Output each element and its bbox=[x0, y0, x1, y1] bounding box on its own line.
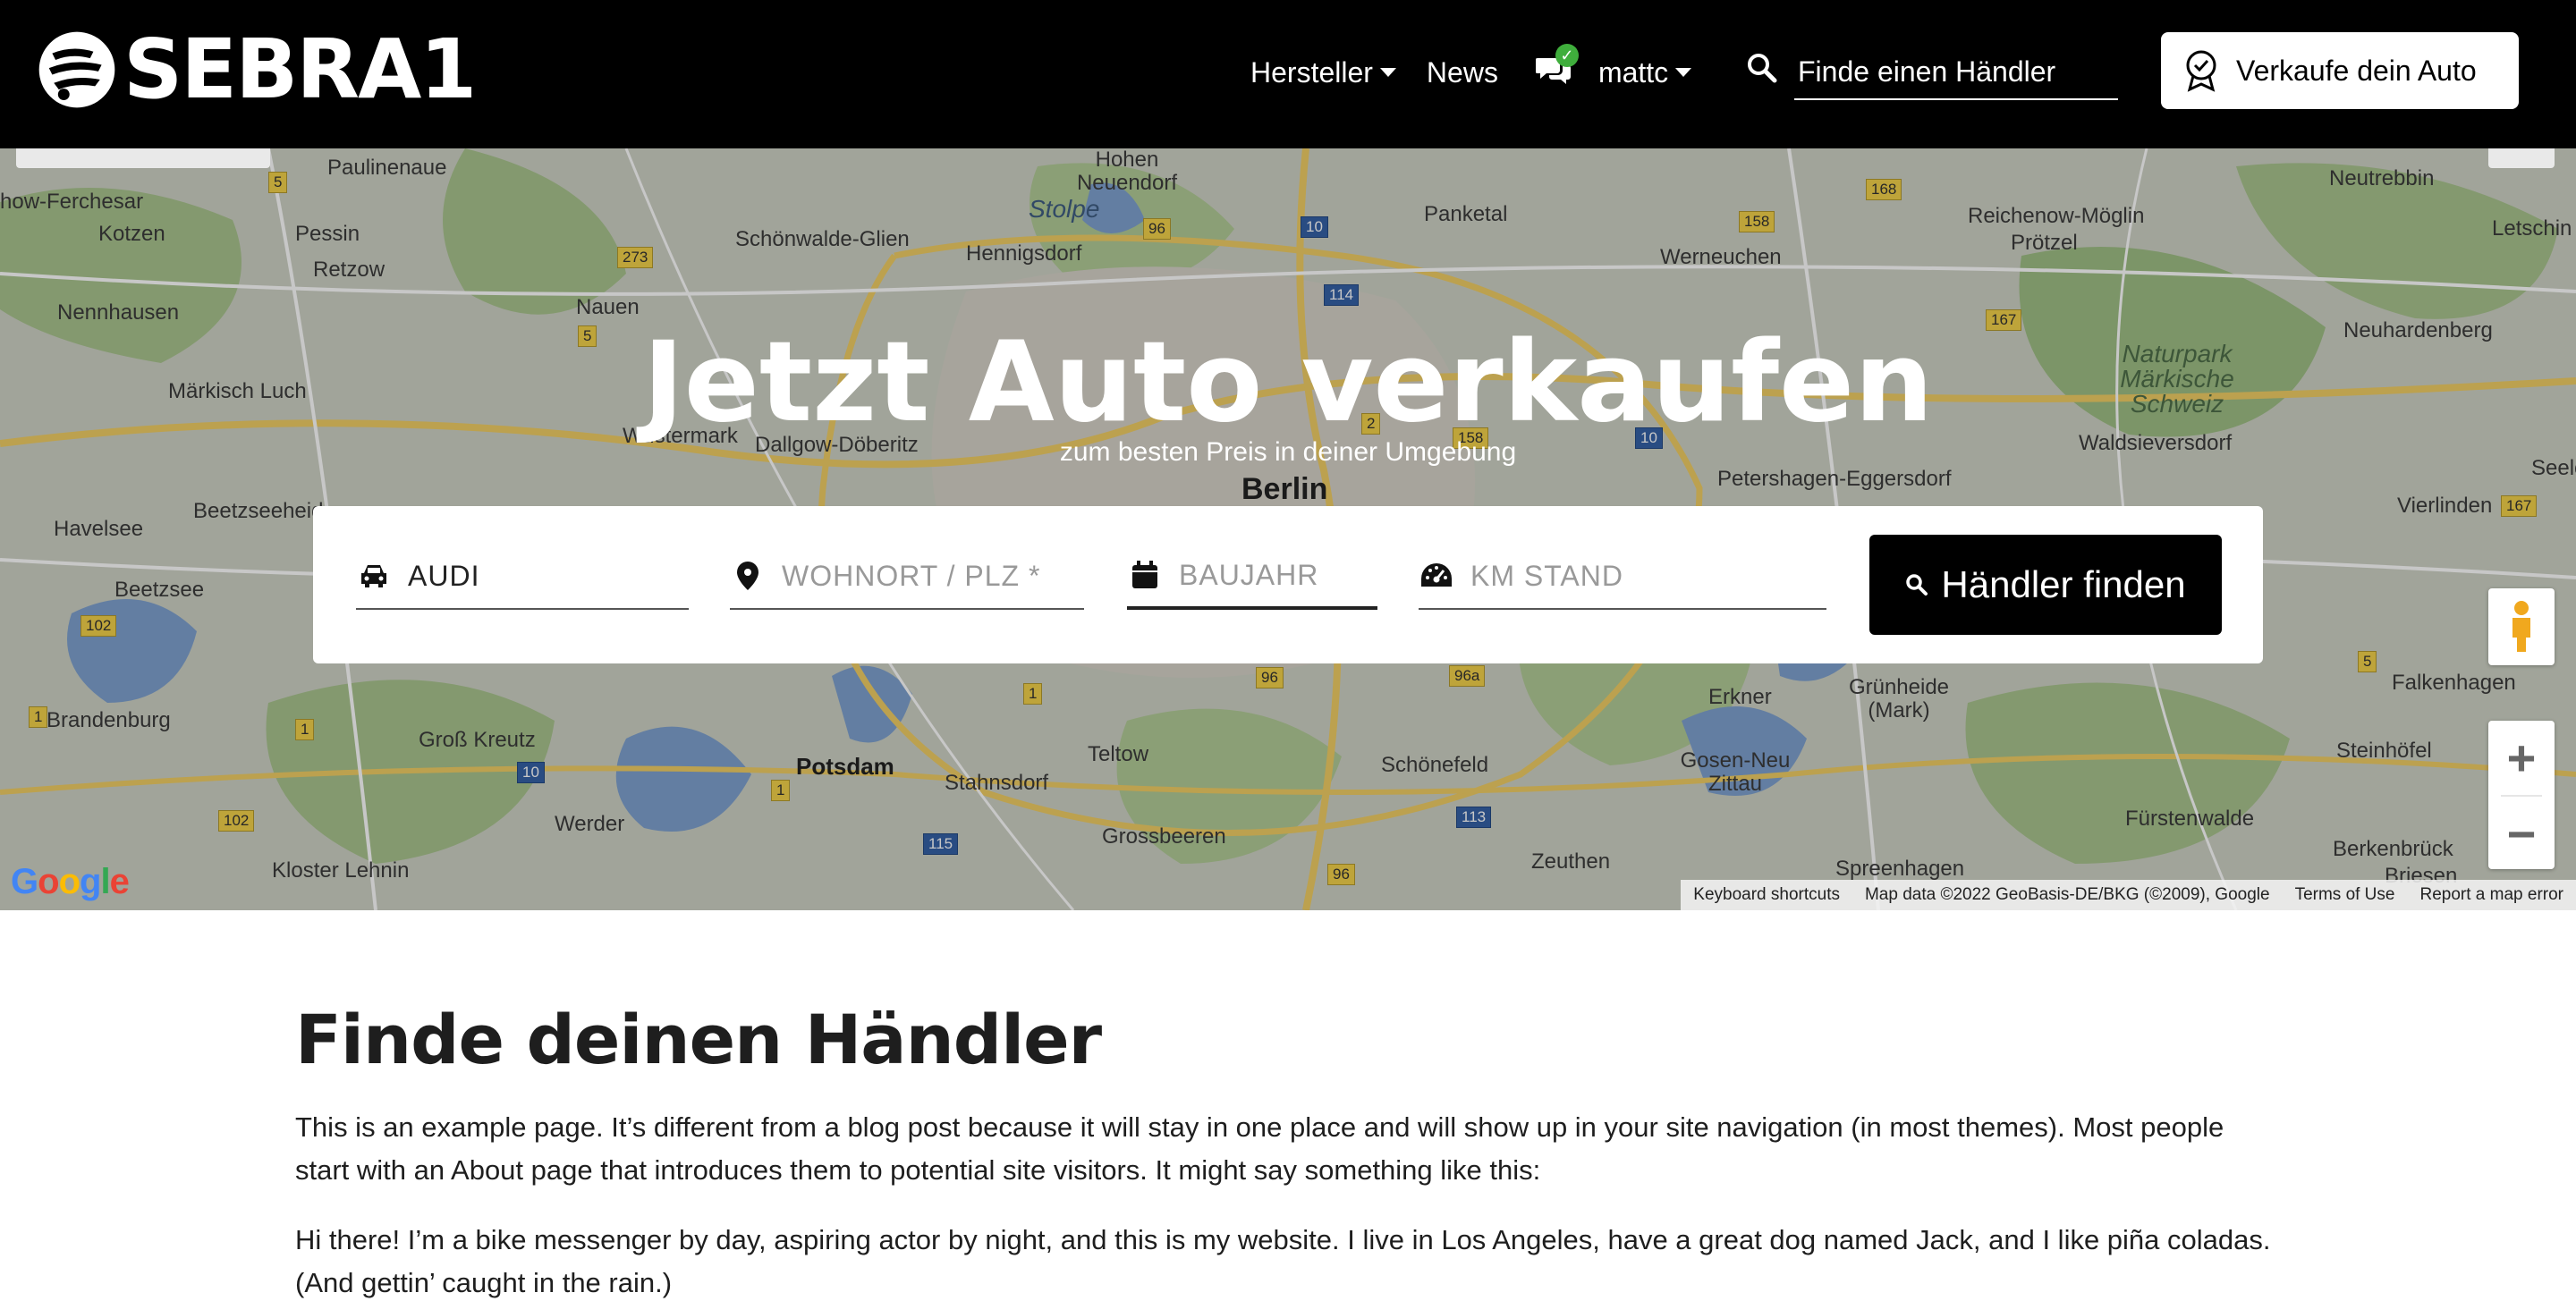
nav-news-link[interactable]: News bbox=[1427, 56, 1498, 89]
google-logo[interactable]: Google bbox=[11, 862, 130, 902]
find-dealer-button[interactable]: Händler finden bbox=[1869, 535, 2222, 635]
content-paragraph: Hi there! I’m a bike messenger by day, a… bbox=[295, 1224, 2271, 1298]
map-pin-icon bbox=[730, 560, 766, 592]
nav-hersteller-label: Hersteller bbox=[1250, 55, 1373, 89]
messages-button[interactable]: ✓ bbox=[1534, 44, 1579, 90]
hero-subtitle: zum besten Preis in deiner Umgebung bbox=[1059, 437, 1517, 467]
make-value: AUDI bbox=[408, 559, 480, 592]
location-placeholder: WOHNORT / PLZ * bbox=[782, 559, 1041, 592]
sell-car-button[interactable]: Verkaufe dein Auto bbox=[2161, 32, 2519, 109]
dealer-search bbox=[1746, 36, 2118, 104]
page-title: Finde deinen Händler bbox=[295, 1000, 1102, 1079]
content-paragraph: This is an example page. It’s different … bbox=[295, 1111, 2224, 1186]
year-placeholder: BAUJAHR bbox=[1179, 558, 1319, 591]
mileage-placeholder: KM STAND bbox=[1470, 559, 1623, 592]
brand-logo[interactable]: SEBRA1 bbox=[36, 21, 477, 117]
fullscreen-control[interactable] bbox=[2488, 148, 2555, 168]
caret-down-icon bbox=[1675, 68, 1692, 77]
search-icon bbox=[1746, 52, 1778, 84]
hero-map[interactable]: Paulinenaue how-Ferchesar Kotzen Pessin … bbox=[0, 148, 2576, 910]
top-navbar: SEBRA1 Hersteller News ✓ mattc Finde ein… bbox=[0, 0, 2576, 148]
pegman-icon bbox=[2512, 601, 2530, 652]
zoom-in-button[interactable]: + bbox=[2488, 721, 2555, 795]
location-input[interactable]: WOHNORT / PLZ * bbox=[730, 544, 1084, 610]
nav-hersteller-dropdown[interactable]: Hersteller bbox=[1250, 56, 1396, 89]
badge-check-icon bbox=[2186, 50, 2216, 92]
calendar-icon bbox=[1127, 559, 1163, 591]
sell-car-label: Verkaufe dein Auto bbox=[2236, 54, 2477, 87]
zoom-out-button[interactable]: − bbox=[2488, 797, 2555, 871]
search-icon bbox=[1906, 574, 1928, 596]
terms-link[interactable]: Terms of Use bbox=[2283, 885, 2408, 905]
main-nav: Hersteller News ✓ mattc bbox=[1250, 43, 1692, 102]
user-menu-dropdown[interactable]: mattc bbox=[1597, 55, 1692, 89]
keyboard-shortcuts-link[interactable]: Keyboard shortcuts bbox=[1681, 885, 1852, 905]
page-content: Finde deinen Händler This is an example … bbox=[295, 1000, 2281, 1301]
map-data-credit: Map data ©2022 GeoBasis-DE/BKG (©2009), … bbox=[1864, 885, 2270, 904]
dealer-search-input[interactable] bbox=[1794, 45, 2118, 100]
brand-name: SEBRA1 bbox=[123, 21, 477, 117]
map-attribution: Keyboard shortcuts Map data ©2022 GeoBas… bbox=[1681, 880, 2576, 910]
report-error-link[interactable]: Report a map error bbox=[2407, 885, 2576, 905]
street-view-pegman[interactable] bbox=[2488, 588, 2555, 665]
caret-down-icon bbox=[1379, 68, 1396, 77]
dealer-search-form: AUDI WOHNORT / PLZ * BAUJAHR KM STAND Hä… bbox=[313, 506, 2263, 663]
hero-title: Jetzt Auto verkaufen bbox=[642, 318, 1934, 447]
mileage-input[interactable]: KM STAND bbox=[1419, 544, 1826, 610]
nav-news-label: News bbox=[1426, 55, 1498, 89]
speedometer-icon bbox=[1419, 560, 1454, 592]
zoom-controls: + − bbox=[2488, 721, 2555, 869]
year-select[interactable]: BAUJAHR bbox=[1127, 544, 1377, 610]
user-name: mattc bbox=[1597, 55, 1669, 89]
zebra-logo-icon bbox=[38, 31, 115, 108]
make-select[interactable]: AUDI bbox=[356, 544, 689, 610]
map-type-control[interactable] bbox=[16, 148, 270, 168]
find-dealer-label: Händler finden bbox=[1941, 563, 2186, 605]
car-icon bbox=[356, 560, 392, 592]
checkmark-badge-icon: ✓ bbox=[1555, 44, 1579, 67]
